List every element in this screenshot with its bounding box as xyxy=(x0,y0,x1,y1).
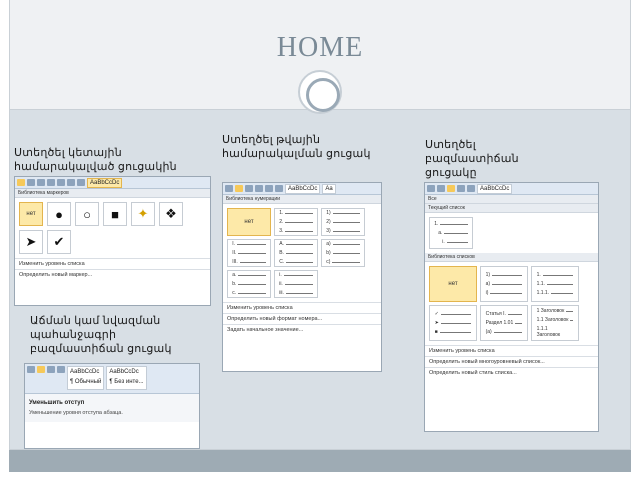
list-format[interactable]: ✓ ➤ ■ xyxy=(429,305,477,341)
tooltip-title: Уменьшить отступ xyxy=(29,400,85,406)
numbering-format[interactable]: a) b) c) xyxy=(321,239,365,267)
list-library-header: Библиотека списков xyxy=(425,253,598,262)
star-bullet-icon: ✦ xyxy=(137,206,149,221)
sort-button[interactable] xyxy=(67,179,75,186)
ribbon-toolbar: AaBbCcDc xyxy=(15,177,210,189)
check-bullet-icon: ✔ xyxy=(53,234,65,249)
decrease-indent-button[interactable] xyxy=(37,366,45,373)
current-list-item[interactable]: 1. a. i. xyxy=(429,217,473,249)
current-list-grid: 1. a. i. xyxy=(425,213,598,253)
ribbon-toolbar: AaBbCcDc ¶ Обычный AaBbCcDc ¶ Без инте... xyxy=(25,364,199,394)
numbering-format[interactable]: 1. 2. 3. xyxy=(274,208,318,236)
decorative-ring xyxy=(298,70,342,114)
style-no-spacing[interactable]: AaBbCcDc ¶ Без инте... xyxy=(106,366,147,390)
list-filter-dropdown[interactable]: Все xyxy=(425,195,598,204)
caption-multilevel-list: Ստեղծել բազմաստիճան ցուցակը xyxy=(425,139,519,179)
numbering-none[interactable]: нет xyxy=(227,208,271,236)
slide-title: HOME xyxy=(276,32,364,63)
sort-button[interactable] xyxy=(275,185,283,192)
tooltip: Уменьшить отступ Уменьшение уровня отсту… xyxy=(25,394,199,422)
pilcrow-button[interactable] xyxy=(57,366,65,373)
list-format[interactable]: Статья I. Раздел 1.01 (a) xyxy=(480,305,528,341)
style-normal[interactable]: AaBbCcDc ¶ Обычный xyxy=(67,366,105,390)
numbering-format[interactable]: I. II. III. xyxy=(227,239,271,267)
bullets-button[interactable] xyxy=(27,366,35,373)
menu-define-multilevel[interactable]: Определить новый многоуровневый список..… xyxy=(425,356,598,367)
slide-footer-bar xyxy=(9,450,631,472)
square-bullet-icon: ■ xyxy=(111,206,119,222)
bullet-library-header: Библиотека маркеров xyxy=(15,189,210,198)
arrow-bullet-icon: ➤ xyxy=(25,234,37,249)
decrease-indent-button[interactable] xyxy=(47,179,55,186)
bullets-button[interactable] xyxy=(17,179,25,186)
decrease-indent-button[interactable] xyxy=(457,185,465,192)
ribbon-toolbar: AaBbCcDc xyxy=(425,183,598,195)
list-format[interactable]: 1. 1.1. 1.1.1. xyxy=(531,266,579,302)
bullet-library-grid: нет ● ○ ■ ✦ ❖ ➤ ✔ xyxy=(15,198,210,258)
numbering-button[interactable] xyxy=(235,185,243,192)
list-none[interactable]: нет xyxy=(429,266,477,302)
menu-change-level[interactable]: Изменить уровень списка xyxy=(15,258,210,269)
menu-change-level[interactable]: Изменить уровень списка xyxy=(425,345,598,356)
menu-define-list-style[interactable]: Определить новый стиль списка... xyxy=(425,367,598,378)
bullet-option-square[interactable]: ■ xyxy=(103,202,127,226)
bullet-option-check[interactable]: ✔ xyxy=(47,230,71,254)
bullet-option-disc[interactable]: ● xyxy=(47,202,71,226)
bullet-option-star[interactable]: ✦ xyxy=(131,202,155,226)
circle-bullet-icon: ○ xyxy=(83,206,91,222)
numbering-button[interactable] xyxy=(27,179,35,186)
style-extra[interactable]: Аа xyxy=(322,183,336,194)
menu-define-bullet[interactable]: Определить новый маркер... xyxy=(15,269,210,280)
numbering-library-grid: нет 1. 2. 3. 1) 2) 3) I. II. III. A. B. C. a) b) c… xyxy=(223,204,381,302)
caption-indent: Աճման կամ նվազման պահանջագրի բազմաստիճան… xyxy=(30,315,172,355)
ribbon-toolbar: AaBbCcDc Аа xyxy=(223,183,381,195)
multilevel-button[interactable] xyxy=(37,179,45,186)
caption-bullet-list: Ստեղծել կետային համարակալված ցուցակին xyxy=(14,147,177,173)
current-list-header: Текущий список xyxy=(425,204,598,213)
increase-indent-button[interactable] xyxy=(467,185,475,192)
increase-indent-button[interactable] xyxy=(57,179,65,186)
tooltip-text: Уменьшение уровня отступа абзаца. xyxy=(29,410,123,416)
bullet-list-screenshot: AaBbCcDc Библиотека маркеров нет ● ○ ■ ✦… xyxy=(14,176,211,306)
numbering-format[interactable]: i. ii. iii. xyxy=(274,270,318,298)
list-format[interactable]: 1 Заголовок 1.1 Заголовок 1.1.1 Заголовок xyxy=(531,305,579,341)
decrease-indent-button[interactable] xyxy=(255,185,263,192)
numbering-button[interactable] xyxy=(437,185,445,192)
bullet-option-arrow[interactable]: ➤ xyxy=(19,230,43,254)
style-normal[interactable]: AaBbCcDc xyxy=(285,183,321,194)
bullet-none[interactable]: нет xyxy=(19,202,43,226)
caption-numbered-list: Ստեղծել թվային համարակալման ցուցակ xyxy=(222,134,371,160)
increase-indent-button[interactable] xyxy=(265,185,273,192)
bullet-option-diamond[interactable]: ❖ xyxy=(159,202,183,226)
list-library-grid: нет 1) a) i) 1. 1.1. 1.1.1. ✓ ➤ ■ Статья I. Раз… xyxy=(425,262,598,345)
multilevel-button[interactable] xyxy=(447,185,455,192)
numbering-format[interactable]: a. b. c. xyxy=(227,270,271,298)
disc-bullet-icon: ● xyxy=(55,206,63,222)
menu-set-start-value[interactable]: Задать начальное значение... xyxy=(223,324,381,335)
multilevel-button[interactable] xyxy=(245,185,253,192)
numbering-format[interactable]: 1) 2) 3) xyxy=(321,208,365,236)
bullets-button[interactable] xyxy=(225,185,233,192)
menu-define-number-format[interactable]: Определить новый формат номера... xyxy=(223,313,381,324)
pilcrow-button[interactable] xyxy=(77,179,85,186)
increase-indent-button[interactable] xyxy=(47,366,55,373)
bullet-option-circle[interactable]: ○ xyxy=(75,202,99,226)
numbering-library-header: Библиотека нумерации xyxy=(223,195,381,204)
numbered-list-screenshot: AaBbCcDc Аа Библиотека нумерации нет 1. 2… xyxy=(222,182,382,372)
multilevel-list-screenshot: AaBbCcDc Все Текущий список 1. a. i. Библи… xyxy=(424,182,599,432)
menu-change-level[interactable]: Изменить уровень списка xyxy=(223,302,381,313)
bullets-button[interactable] xyxy=(427,185,435,192)
style-normal[interactable]: AaBbCcDc xyxy=(477,183,513,194)
style-normal[interactable]: AaBbCcDc xyxy=(87,177,123,188)
indent-screenshot: AaBbCcDc ¶ Обычный AaBbCcDc ¶ Без инте... … xyxy=(24,363,200,449)
diamond-bullet-icon: ❖ xyxy=(165,206,177,221)
list-format[interactable]: 1) a) i) xyxy=(480,266,528,302)
numbering-format[interactable]: A. B. C. xyxy=(274,239,318,267)
